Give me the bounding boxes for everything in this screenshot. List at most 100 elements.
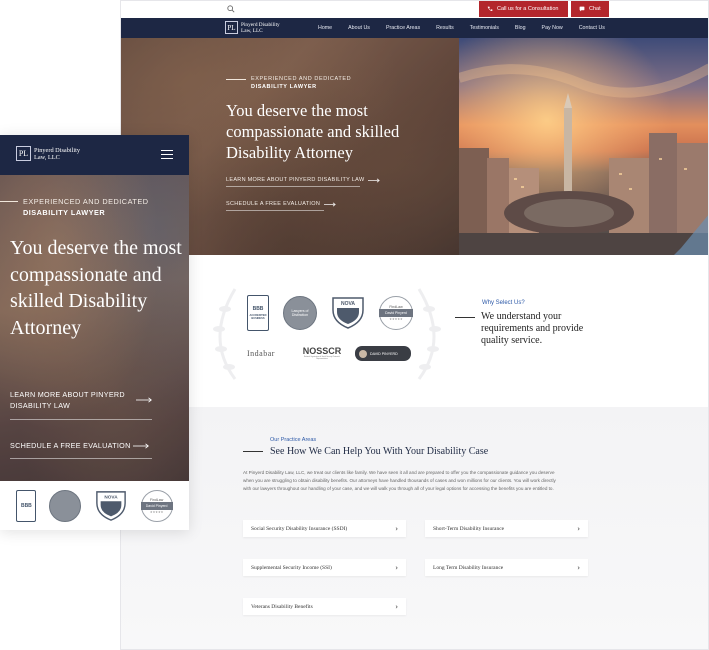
chat-button[interactable]: Chat [571,1,609,17]
chevron-right-icon: › [395,602,398,611]
nova-shield-icon: NOVA [96,490,126,521]
chevron-right-icon: › [395,524,398,533]
site-logo[interactable]: PL Pinyerd Disability Law, LLC [225,21,301,34]
chevron-right-icon: › [577,524,580,533]
findlaw-badge[interactable]: FindLaw David Pinyerd ★★★★★ [379,296,413,330]
logo-monogram: PL [225,21,238,34]
nav-contact-us[interactable]: Contact Us [579,25,605,31]
area-short-term-button[interactable]: Short-Term Disability Insurance › [425,520,588,537]
mobile-badge-row: BBB NOVA FindLaw David Pinyerd ★★★★★ [0,481,189,530]
mobile-nav: PL Pinyerd Disability Law, LLC [0,135,189,175]
mobile-hero-title: You deserve the most compassionate and s… [10,237,182,339]
nav-testimonials[interactable]: Testimonials [470,25,499,31]
area-ssi-button[interactable]: Supplemental Security Income (SSI) › [243,559,406,576]
menu-bar [161,153,173,156]
badge-face-icon [359,349,367,358]
hero-eyebrow-text: EXPERIENCED AND DEDICATED [251,76,352,82]
desktop-mockup: Call us for a Consultation Chat PL Pinye… [120,0,709,650]
mobile-hero-eyebrow: EXPERIENCED AND DEDICATED [0,197,149,206]
nova-badge-text: NOVA [104,494,118,499]
practice-rule [243,451,263,452]
eyebrow-rule [226,78,246,80]
nav-links: Home About Us Practice Areas Results Tes… [318,18,621,38]
badge-row-bottom: Indabar NOSSCR National Organization of … [247,346,411,361]
nav-practice-areas[interactable]: Practice Areas [386,25,420,31]
nosscr-logo[interactable]: NOSSCR National Organization of Social S… [303,346,342,361]
nova-badge-text: NOVA [341,301,355,307]
city-skyline-image [459,38,708,255]
main-nav: PL Pinyerd Disability Law, LLC Home Abou… [121,18,708,38]
practice-label: Our Practice Areas [270,437,317,443]
hero-eyebrow: EXPERIENCED AND DEDICATED [226,76,456,82]
schedule-underline [226,210,324,211]
area-veterans-label: Veterans Disability Benefits [251,603,313,610]
hero-title: You deserve the most compassionate and s… [226,101,400,162]
learn-more-underline [226,186,360,187]
phone-icon [487,6,493,11]
area-ssi-label: Supplemental Security Income (SSI) [251,564,332,571]
area-long-term-button[interactable]: Long Term Disability Insurance › [425,559,588,576]
consultation-label: Call us for a Consultation [497,6,559,12]
distinction-seal-badge[interactable]: Lawyers of Distinction [283,296,317,330]
mobile-eyebrow-bold: DISABILITY LAWYER [23,208,106,217]
mobile-hero: EXPERIENCED AND DEDICATED DISABILITY LAW… [0,175,189,481]
logo-monogram: PL [16,146,31,161]
schedule-evaluation-label: SCHEDULE A FREE EVALUATION [226,201,321,207]
menu-bar [161,157,173,159]
mobile-schedule-underline [10,458,152,459]
mobile-logo-line-1: Pinyerd Disability [34,146,80,154]
logo-text: Pinyerd Disability Law, LLC [241,22,301,34]
schedule-evaluation-link[interactable]: SCHEDULE A FREE EVALUATION [226,201,456,207]
chevron-right-icon: › [577,563,580,572]
area-short-term-label: Short-Term Disability Insurance [433,525,505,532]
findlaw-stars: ★★★★★ [389,317,403,321]
mobile-mockup: PL Pinyerd Disability Law, LLC EXPERIENC… [0,135,189,530]
consultation-button[interactable]: Call us for a Consultation [479,1,568,17]
arrow-right-icon [133,443,149,449]
david-pinyerd-badge[interactable]: DAVID PINYERD [355,346,411,361]
nav-pay-now[interactable]: Pay Now [542,25,563,31]
practice-body: At Pinyerd Disability Law, LLC, we treat… [243,470,556,491]
eyebrow-rule [0,201,18,202]
nav-blog[interactable]: Blog [515,25,526,31]
arrow-right-icon [136,397,152,403]
menu-icon[interactable] [161,150,173,159]
chevron-right-icon: › [395,563,398,572]
area-long-term-label: Long Term Disability Insurance [433,564,504,571]
mobile-schedule-link[interactable]: SCHEDULE A FREE EVALUATION [10,441,131,450]
hero-city-photo [459,38,708,255]
mobile-learn-underline [10,419,152,420]
hero-section: EXPERIENCED AND DEDICATED DISABILITY LAW… [121,38,708,255]
nova-badge[interactable]: NOVA [331,296,365,330]
area-ssdi-label: Social Security Disability Insurance (SS… [251,525,348,532]
nav-home[interactable]: Home [318,25,332,31]
bbb-badge[interactable]: BBB ACCREDITED BUSINESS [247,295,269,331]
hero-eyebrow-bold: DISABILITY LAWYER [251,84,317,90]
bbb-badge-text: BBB [252,306,264,312]
bbb-badge[interactable]: BBB [16,489,37,522]
nav-results[interactable]: Results [436,25,454,31]
nosscr-logo-sub: National Organization of Social Security… [304,356,340,360]
nav-about-us[interactable]: About Us [348,25,370,31]
why-rule [455,317,475,318]
nova-badge[interactable]: NOVA [94,489,128,523]
findlaw-stars: ★★★★★ [149,509,164,514]
menu-bar [161,150,173,152]
nova-shield-icon: NOVA [332,297,364,329]
distinction-seal-badge[interactable] [49,489,82,522]
area-veterans-button[interactable]: Veterans Disability Benefits › [243,598,406,615]
mobile-logo-line-2: Law, LLC [34,153,60,161]
learn-more-label: LEARN MORE ABOUT PINYERD DISABILITY LAW [226,177,365,183]
learn-more-link[interactable]: LEARN MORE ABOUT PINYERD DISABILITY LAW [226,177,456,183]
stage: Call us for a Consultation Chat PL Pinye… [0,0,709,650]
mobile-logo-text: Pinyerd Disability Law, LLC [34,147,104,161]
badge-row-top: BBB ACCREDITED BUSINESS Lawyers of Disti… [247,295,413,331]
arrow-right-icon [324,202,336,206]
mobile-logo[interactable]: PL Pinyerd Disability Law, LLC [16,146,104,161]
search-icon[interactable] [227,5,235,13]
findlaw-badge[interactable]: FindLaw David Pinyerd ★★★★★ [140,489,173,522]
indabar-logo[interactable]: Indabar [247,346,289,361]
mobile-eyebrow-text: EXPERIENCED AND DEDICATED [23,197,149,206]
utility-bar: Call us for a Consultation Chat [121,1,708,18]
area-ssdi-button[interactable]: Social Security Disability Insurance (SS… [243,520,406,537]
